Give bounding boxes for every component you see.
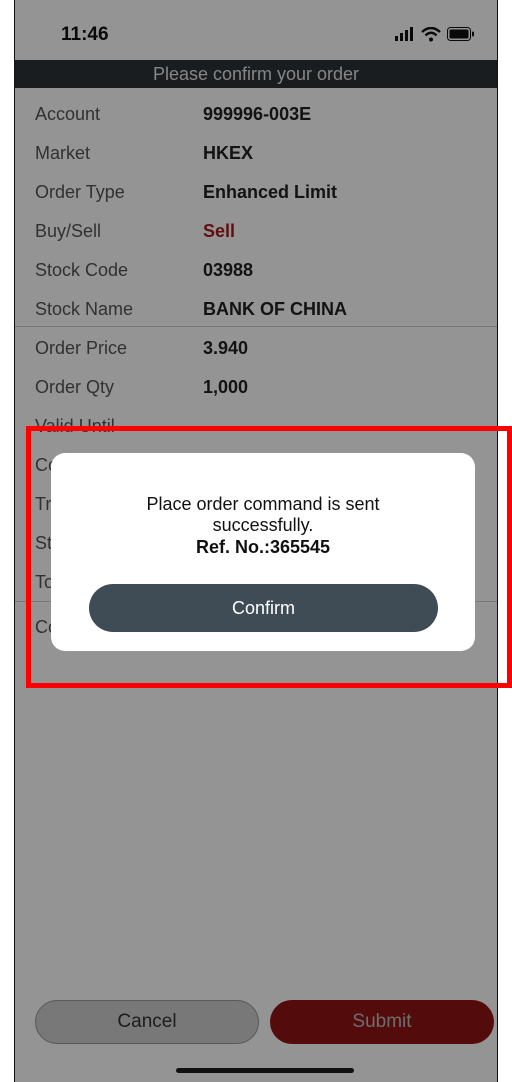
dialog-ref-number: Ref. No.:365545 xyxy=(195,537,331,557)
dialog-message: Place order command is sent successfully… xyxy=(146,494,380,535)
success-dialog: Place order command is sent successfully… xyxy=(51,453,475,651)
confirm-button[interactable]: Confirm xyxy=(89,584,438,632)
home-indicator[interactable] xyxy=(176,1068,354,1073)
